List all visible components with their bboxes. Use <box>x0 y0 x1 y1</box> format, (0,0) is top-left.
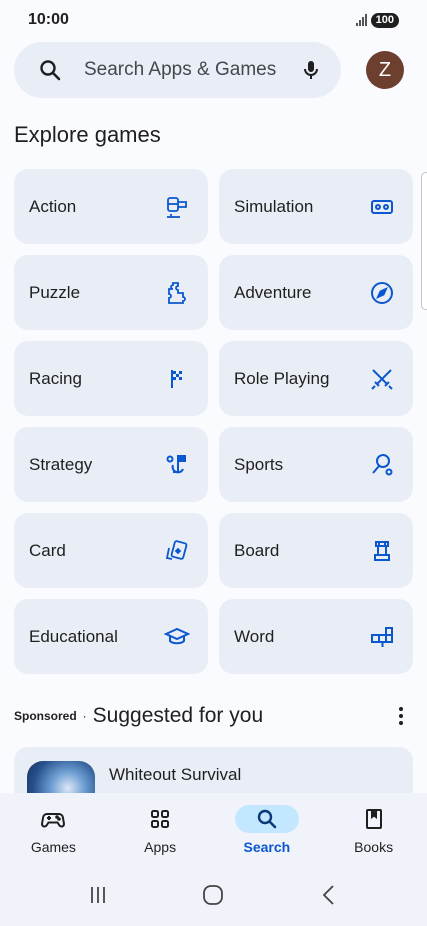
compass-icon <box>371 281 393 304</box>
graduation-cap-icon <box>164 627 190 644</box>
tile-label: Sports <box>234 454 284 474</box>
helicopter-icon <box>167 196 187 218</box>
status-time: 10:00 <box>28 11 69 28</box>
home-icon[interactable] <box>201 883 225 907</box>
category-tile-sports[interactable]: Sports <box>219 427 413 502</box>
nav-label: Books <box>354 839 394 855</box>
category-tile-action[interactable]: Action <box>14 169 208 244</box>
category-tile-card[interactable]: Card <box>14 513 208 588</box>
category-tile-board[interactable]: Board <box>219 513 413 588</box>
sponsored-label: Sponsored <box>14 709 77 723</box>
cards-icon <box>165 539 188 560</box>
nav-label: Apps <box>144 839 177 855</box>
nav-item-games[interactable]: Games <box>8 793 98 863</box>
active-indicator <box>234 805 299 833</box>
category-tile-role-playing[interactable]: Role Playing <box>219 341 413 416</box>
gamepad-icon <box>41 813 66 828</box>
tile-label: Strategy <box>29 454 93 474</box>
separator-dot: · <box>82 709 87 723</box>
category-tile-strategy[interactable]: Strategy <box>14 427 208 502</box>
chess-rook-icon <box>374 540 390 561</box>
tile-label: Card <box>29 540 66 560</box>
category-tile-adventure[interactable]: Adventure <box>219 255 413 330</box>
tile-label: Educational <box>29 626 118 646</box>
tile-label: Word <box>234 626 275 646</box>
tile-label: Role Playing <box>234 368 330 388</box>
tile-label: Adventure <box>234 282 312 302</box>
book-icon <box>365 809 382 829</box>
mic-icon[interactable] <box>299 58 323 82</box>
category-tile-educational[interactable]: Educational <box>14 599 208 674</box>
signal-icon <box>355 14 367 26</box>
more-vert-icon[interactable] <box>389 704 413 728</box>
search-icon <box>40 60 61 81</box>
category-tile-racing[interactable]: Racing <box>14 341 208 416</box>
tile-label: Simulation <box>234 196 314 216</box>
crossed-swords-icon <box>371 368 393 390</box>
nav-item-search[interactable]: Search <box>222 793 312 863</box>
status-bar: 10:00 100 <box>0 0 427 40</box>
racket-icon <box>372 453 393 475</box>
nav-item-apps[interactable]: Apps <box>115 793 205 863</box>
status-icons: 100 <box>355 12 399 28</box>
checkered-flag-icon <box>171 369 182 388</box>
tile-label: Board <box>234 540 280 560</box>
recent-apps-icon[interactable] <box>86 883 110 907</box>
strategy-flag-icon <box>166 454 186 473</box>
puzzle-icon <box>168 281 186 304</box>
system-nav-bar <box>0 863 427 926</box>
category-grid: Action Simulation Puzzle Adventure Racin… <box>14 169 413 674</box>
tile-label: Action <box>29 196 77 216</box>
category-tile-word[interactable]: Word <box>219 599 413 674</box>
avatar[interactable]: Z <box>366 51 404 89</box>
search-icon <box>257 809 277 829</box>
search-input[interactable]: Search Apps & Games <box>84 59 299 81</box>
nav-item-books[interactable]: Books <box>329 793 419 863</box>
category-tile-simulation[interactable]: Simulation <box>219 169 413 244</box>
section-title-explore: Explore games <box>14 122 161 147</box>
tile-label: Puzzle <box>29 282 81 302</box>
word-blocks-icon <box>371 626 393 647</box>
app-name: Whiteout Survival <box>109 765 242 784</box>
vr-headset-icon <box>371 199 393 214</box>
scroll-indicator <box>421 172 427 310</box>
bottom-nav: Games Apps Search Books <box>0 793 427 863</box>
battery-icon: 100 <box>370 12 399 28</box>
search-bar[interactable]: Search Apps & Games <box>14 42 341 98</box>
suggested-header: Sponsored · Suggested for you <box>14 700 413 732</box>
suggested-title: Suggested for you <box>92 704 264 727</box>
search-row: Search Apps & Games Z <box>14 42 414 98</box>
nav-label: Games <box>30 839 76 855</box>
back-icon[interactable] <box>317 883 341 907</box>
category-tile-puzzle[interactable]: Puzzle <box>14 255 208 330</box>
nav-label: Search <box>243 839 291 855</box>
tile-label: Racing <box>29 368 82 388</box>
apps-grid-icon <box>151 810 170 828</box>
